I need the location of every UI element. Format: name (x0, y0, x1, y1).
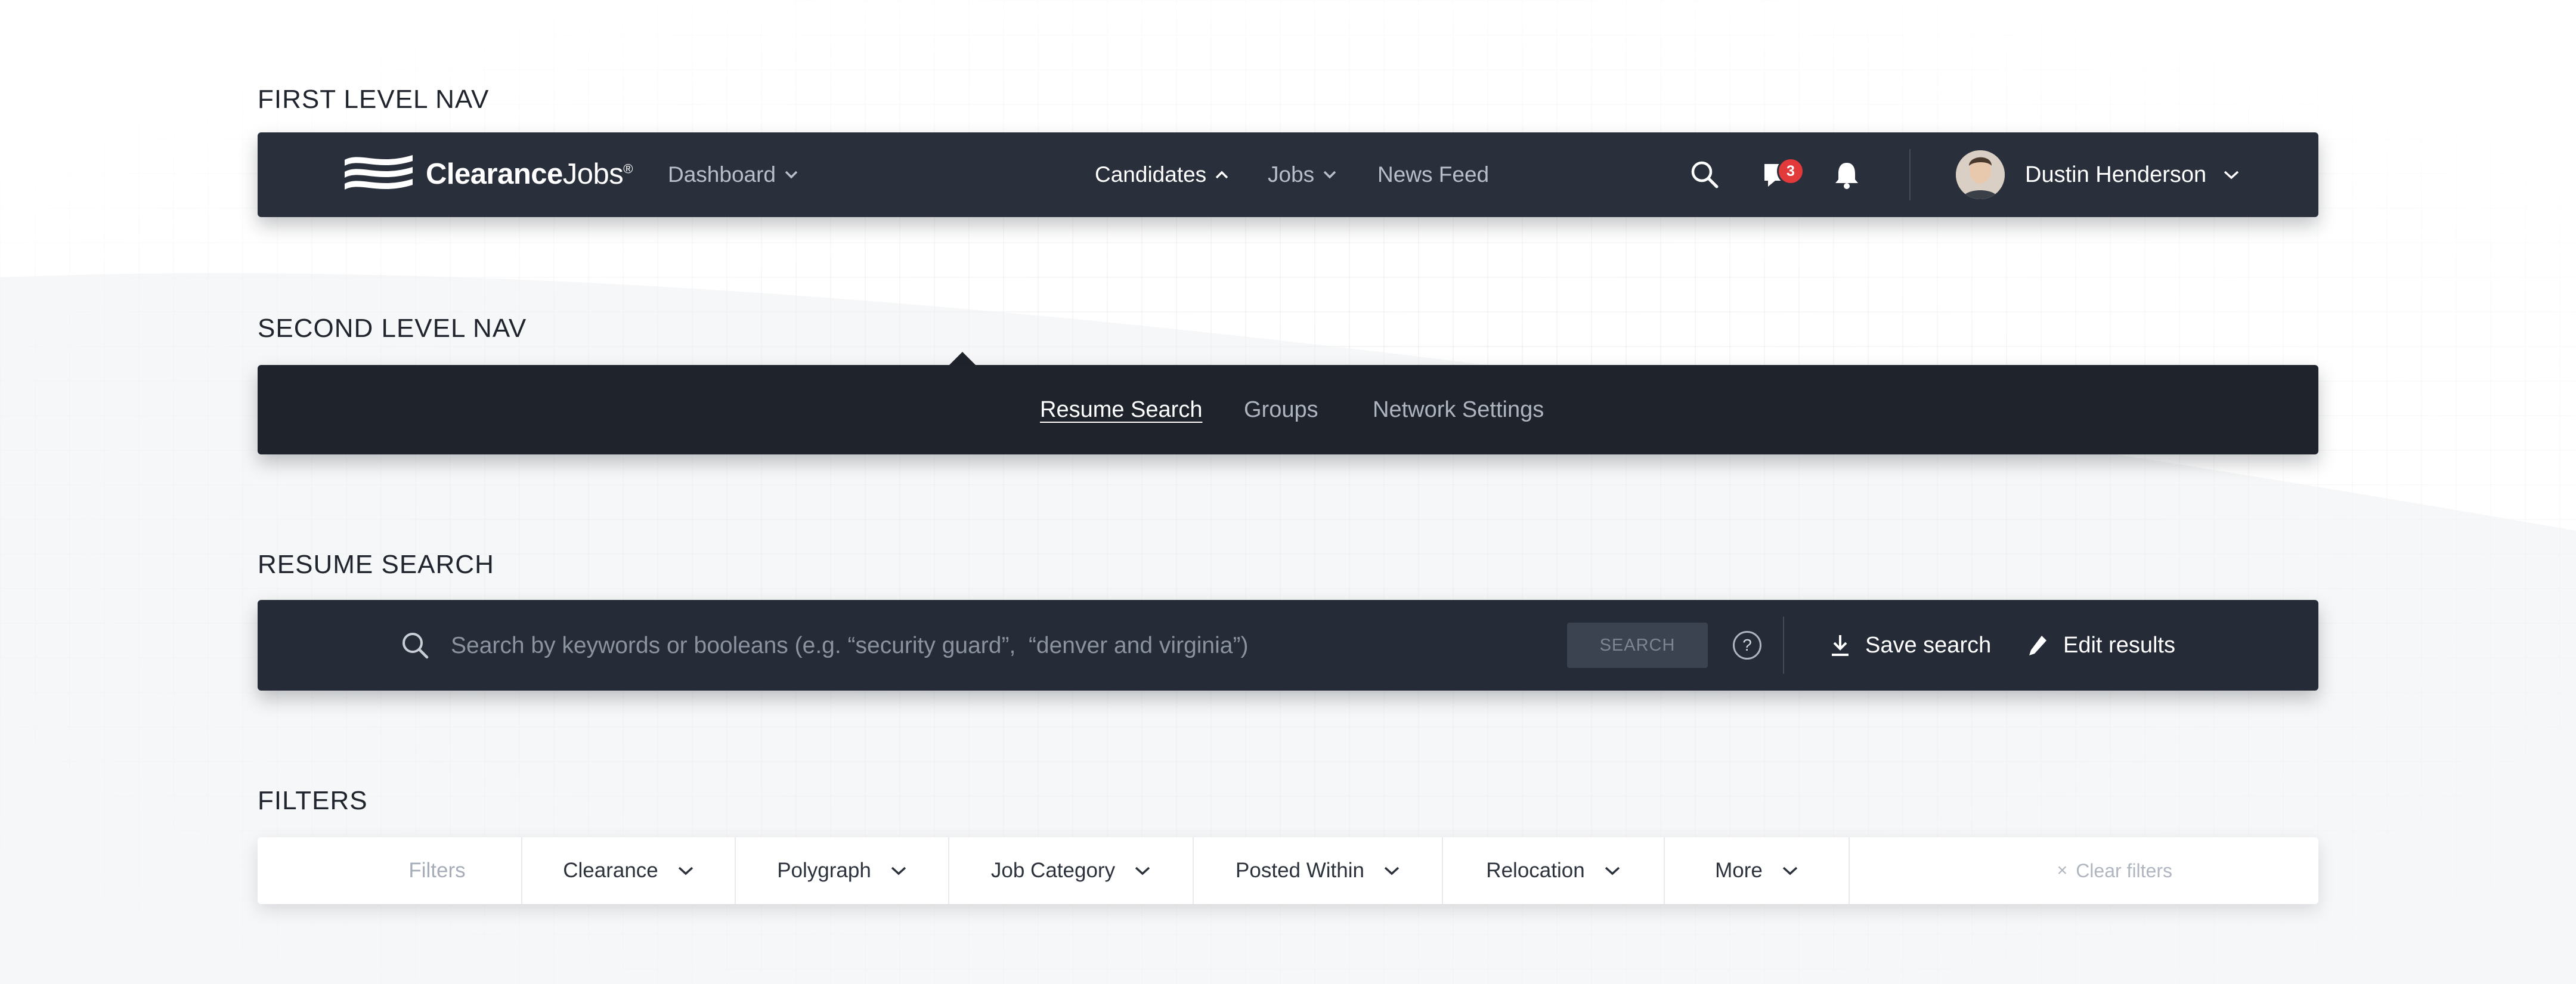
edit-results-button[interactable]: Edit results (2027, 600, 2175, 691)
logo[interactable]: ClearanceJobs® (342, 151, 633, 197)
search-input[interactable] (450, 623, 1513, 669)
active-parent-caret (948, 352, 977, 366)
chevron-down-icon (891, 867, 906, 875)
search-button[interactable]: SEARCH (1567, 623, 1708, 668)
chevron-down-icon (1323, 171, 1336, 179)
clear-filters-button[interactable]: × Clear filters (1850, 837, 2318, 904)
chevron-down-icon (1135, 867, 1150, 875)
close-icon: × (2057, 861, 2068, 880)
nav-item-dashboard[interactable]: Dashboard (668, 132, 798, 217)
user-name: Dustin Henderson (2025, 162, 2207, 187)
pencil-icon (2029, 636, 2046, 655)
nav-divider (1909, 149, 1911, 200)
bell-icon (1835, 163, 1858, 189)
filters-label: Filters (408, 859, 466, 882)
save-search-button[interactable]: Save search (1829, 600, 1991, 691)
logo-waves-icon (345, 155, 413, 190)
help-icon[interactable]: ? (1733, 631, 1761, 660)
section-label-filters: FILTERS (258, 786, 368, 815)
filter-more[interactable]: More (1664, 837, 1850, 904)
filter-relocation[interactable]: Relocation (1442, 837, 1664, 904)
nav-item-jobs-label[interactable]: Jobs (1268, 132, 1337, 217)
notifications-button[interactable] (1827, 155, 1866, 194)
chevron-down-icon (1782, 867, 1798, 875)
first-level-nav: ClearanceJobs® Dashboard Candidates Jobs… (258, 132, 2318, 217)
section-label-resume-search: RESUME SEARCH (258, 550, 494, 579)
section-label-second-level-nav: SECOND LEVEL NAV (258, 314, 527, 343)
section-label-first-level-nav: FIRST LEVEL NAV (258, 85, 490, 114)
nav-item-news-feed[interactable]: News Feed (1377, 132, 1489, 217)
filter-posted-within[interactable]: Posted Within (1193, 837, 1442, 904)
resume-search-bar: SEARCH ? Save search Edit results (258, 600, 2318, 691)
message-count-badge: 3 (1777, 157, 1804, 185)
search-icon-button[interactable] (1685, 155, 1724, 194)
search-icon (402, 633, 429, 659)
search-divider (1783, 617, 1784, 674)
second-level-nav: Resume Search Groups Network Settings (258, 365, 2318, 454)
chevron-down-icon (2224, 171, 2239, 180)
avatar (1956, 150, 2005, 199)
search-icon (1691, 161, 1719, 188)
subnav-item-groups[interactable]: Groups (1244, 365, 1318, 454)
nav-item-candidates[interactable]: Candidates (1095, 132, 1229, 217)
filter-job-category[interactable]: Job Category (948, 837, 1193, 904)
chevron-down-icon (785, 171, 798, 179)
chevron-up-icon (1215, 171, 1228, 179)
chevron-down-icon (1605, 867, 1620, 875)
messages-button[interactable]: 3 (1757, 155, 1804, 194)
logo-text: ClearanceJobs® (426, 158, 633, 190)
user-menu[interactable]: Dustin Henderson (1956, 150, 2240, 199)
chevron-down-icon (678, 867, 693, 875)
subnav-item-network-settings[interactable]: Network Settings (1373, 365, 1544, 454)
filter-clearance[interactable]: Clearance (521, 837, 735, 904)
download-icon (1832, 635, 1849, 656)
filter-polygraph[interactable]: Polygraph (735, 837, 948, 904)
chevron-down-icon (1384, 867, 1400, 875)
subnav-item-resume-search[interactable]: Resume Search (1040, 365, 1202, 454)
filters-bar: Filters Clearance Polygraph Job Category… (258, 837, 2318, 904)
